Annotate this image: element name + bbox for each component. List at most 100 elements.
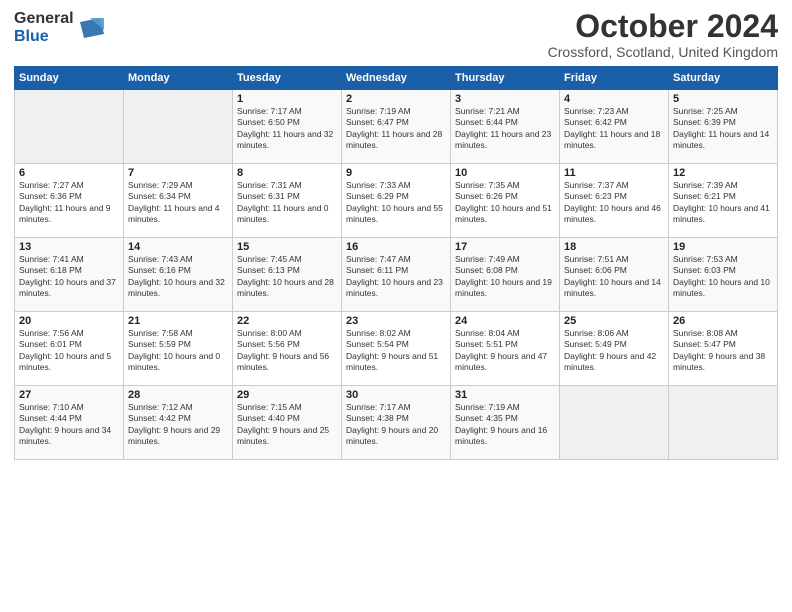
calendar-cell: 27Sunrise: 7:10 AM Sunset: 4:44 PM Dayli… — [15, 386, 124, 460]
page: General Blue October 2024 Crossford, Sco… — [0, 0, 792, 612]
calendar-cell: 9Sunrise: 7:33 AM Sunset: 6:29 PM Daylig… — [342, 164, 451, 238]
calendar-cell: 18Sunrise: 7:51 AM Sunset: 6:06 PM Dayli… — [560, 238, 669, 312]
day-info: Sunrise: 7:37 AM Sunset: 6:23 PM Dayligh… — [564, 180, 664, 226]
day-info: Sunrise: 7:23 AM Sunset: 6:42 PM Dayligh… — [564, 106, 664, 152]
day-info: Sunrise: 7:15 AM Sunset: 4:40 PM Dayligh… — [237, 402, 337, 448]
day-number: 16 — [346, 241, 446, 253]
calendar-cell: 8Sunrise: 7:31 AM Sunset: 6:31 PM Daylig… — [233, 164, 342, 238]
calendar-cell: 29Sunrise: 7:15 AM Sunset: 4:40 PM Dayli… — [233, 386, 342, 460]
col-tuesday: Tuesday — [233, 67, 342, 90]
day-info: Sunrise: 8:00 AM Sunset: 5:56 PM Dayligh… — [237, 328, 337, 374]
day-info: Sunrise: 7:10 AM Sunset: 4:44 PM Dayligh… — [19, 402, 119, 448]
col-wednesday: Wednesday — [342, 67, 451, 90]
day-info: Sunrise: 7:21 AM Sunset: 6:44 PM Dayligh… — [455, 106, 555, 152]
day-number: 9 — [346, 167, 446, 179]
calendar-cell: 30Sunrise: 7:17 AM Sunset: 4:38 PM Dayli… — [342, 386, 451, 460]
day-number: 12 — [673, 167, 773, 179]
logo-text: General Blue — [14, 10, 74, 45]
calendar-cell: 24Sunrise: 8:04 AM Sunset: 5:51 PM Dayli… — [451, 312, 560, 386]
calendar-week-4: 20Sunrise: 7:56 AM Sunset: 6:01 PM Dayli… — [15, 312, 778, 386]
day-number: 28 — [128, 389, 228, 401]
day-number: 7 — [128, 167, 228, 179]
day-number: 10 — [455, 167, 555, 179]
day-info: Sunrise: 8:08 AM Sunset: 5:47 PM Dayligh… — [673, 328, 773, 374]
day-number: 13 — [19, 241, 119, 253]
day-info: Sunrise: 7:45 AM Sunset: 6:13 PM Dayligh… — [237, 254, 337, 300]
day-info: Sunrise: 7:19 AM Sunset: 4:35 PM Dayligh… — [455, 402, 555, 448]
calendar-cell: 21Sunrise: 7:58 AM Sunset: 5:59 PM Dayli… — [124, 312, 233, 386]
calendar-cell: 15Sunrise: 7:45 AM Sunset: 6:13 PM Dayli… — [233, 238, 342, 312]
calendar-cell: 6Sunrise: 7:27 AM Sunset: 6:36 PM Daylig… — [15, 164, 124, 238]
day-info: Sunrise: 7:31 AM Sunset: 6:31 PM Dayligh… — [237, 180, 337, 226]
day-number: 2 — [346, 93, 446, 105]
logo-icon — [76, 14, 104, 42]
day-info: Sunrise: 7:47 AM Sunset: 6:11 PM Dayligh… — [346, 254, 446, 300]
day-number: 23 — [346, 315, 446, 327]
day-number: 4 — [564, 93, 664, 105]
calendar-cell: 17Sunrise: 7:49 AM Sunset: 6:08 PM Dayli… — [451, 238, 560, 312]
day-number: 6 — [19, 167, 119, 179]
day-number: 27 — [19, 389, 119, 401]
day-info: Sunrise: 8:04 AM Sunset: 5:51 PM Dayligh… — [455, 328, 555, 374]
calendar-week-2: 6Sunrise: 7:27 AM Sunset: 6:36 PM Daylig… — [15, 164, 778, 238]
day-number: 11 — [564, 167, 664, 179]
calendar-cell — [15, 90, 124, 164]
col-sunday: Sunday — [15, 67, 124, 90]
day-info: Sunrise: 7:17 AM Sunset: 4:38 PM Dayligh… — [346, 402, 446, 448]
day-number: 26 — [673, 315, 773, 327]
title-section: October 2024 Crossford, Scotland, United… — [548, 10, 778, 60]
day-info: Sunrise: 7:19 AM Sunset: 6:47 PM Dayligh… — [346, 106, 446, 152]
day-number: 14 — [128, 241, 228, 253]
calendar-cell: 19Sunrise: 7:53 AM Sunset: 6:03 PM Dayli… — [669, 238, 778, 312]
day-number: 20 — [19, 315, 119, 327]
calendar-cell: 26Sunrise: 8:08 AM Sunset: 5:47 PM Dayli… — [669, 312, 778, 386]
calendar-cell: 12Sunrise: 7:39 AM Sunset: 6:21 PM Dayli… — [669, 164, 778, 238]
day-number: 31 — [455, 389, 555, 401]
day-number: 25 — [564, 315, 664, 327]
col-saturday: Saturday — [669, 67, 778, 90]
day-number: 22 — [237, 315, 337, 327]
calendar-week-1: 1Sunrise: 7:17 AM Sunset: 6:50 PM Daylig… — [15, 90, 778, 164]
day-number: 29 — [237, 389, 337, 401]
calendar-cell: 11Sunrise: 7:37 AM Sunset: 6:23 PM Dayli… — [560, 164, 669, 238]
day-number: 17 — [455, 241, 555, 253]
col-monday: Monday — [124, 67, 233, 90]
day-number: 19 — [673, 241, 773, 253]
day-info: Sunrise: 7:43 AM Sunset: 6:16 PM Dayligh… — [128, 254, 228, 300]
col-friday: Friday — [560, 67, 669, 90]
calendar-cell: 28Sunrise: 7:12 AM Sunset: 4:42 PM Dayli… — [124, 386, 233, 460]
calendar-cell: 22Sunrise: 8:00 AM Sunset: 5:56 PM Dayli… — [233, 312, 342, 386]
col-thursday: Thursday — [451, 67, 560, 90]
day-info: Sunrise: 7:51 AM Sunset: 6:06 PM Dayligh… — [564, 254, 664, 300]
day-info: Sunrise: 7:33 AM Sunset: 6:29 PM Dayligh… — [346, 180, 446, 226]
calendar-cell: 10Sunrise: 7:35 AM Sunset: 6:26 PM Dayli… — [451, 164, 560, 238]
calendar-cell: 16Sunrise: 7:47 AM Sunset: 6:11 PM Dayli… — [342, 238, 451, 312]
day-info: Sunrise: 7:41 AM Sunset: 6:18 PM Dayligh… — [19, 254, 119, 300]
calendar-cell: 14Sunrise: 7:43 AM Sunset: 6:16 PM Dayli… — [124, 238, 233, 312]
day-info: Sunrise: 7:56 AM Sunset: 6:01 PM Dayligh… — [19, 328, 119, 374]
day-number: 1 — [237, 93, 337, 105]
day-number: 8 — [237, 167, 337, 179]
calendar-cell: 4Sunrise: 7:23 AM Sunset: 6:42 PM Daylig… — [560, 90, 669, 164]
day-number: 18 — [564, 241, 664, 253]
logo-general: General — [14, 10, 74, 27]
month-title: October 2024 — [548, 10, 778, 42]
calendar-cell: 31Sunrise: 7:19 AM Sunset: 4:35 PM Dayli… — [451, 386, 560, 460]
calendar-cell: 13Sunrise: 7:41 AM Sunset: 6:18 PM Dayli… — [15, 238, 124, 312]
day-number: 15 — [237, 241, 337, 253]
day-info: Sunrise: 7:49 AM Sunset: 6:08 PM Dayligh… — [455, 254, 555, 300]
calendar-cell: 1Sunrise: 7:17 AM Sunset: 6:50 PM Daylig… — [233, 90, 342, 164]
logo-blue: Blue — [14, 28, 49, 45]
calendar-cell — [669, 386, 778, 460]
day-info: Sunrise: 7:58 AM Sunset: 5:59 PM Dayligh… — [128, 328, 228, 374]
header: General Blue October 2024 Crossford, Sco… — [14, 10, 778, 60]
day-info: Sunrise: 7:17 AM Sunset: 6:50 PM Dayligh… — [237, 106, 337, 152]
day-number: 30 — [346, 389, 446, 401]
day-info: Sunrise: 7:27 AM Sunset: 6:36 PM Dayligh… — [19, 180, 119, 226]
day-info: Sunrise: 7:25 AM Sunset: 6:39 PM Dayligh… — [673, 106, 773, 152]
calendar-cell: 25Sunrise: 8:06 AM Sunset: 5:49 PM Dayli… — [560, 312, 669, 386]
day-number: 24 — [455, 315, 555, 327]
calendar-cell: 2Sunrise: 7:19 AM Sunset: 6:47 PM Daylig… — [342, 90, 451, 164]
logo: General Blue — [14, 10, 104, 45]
calendar-week-5: 27Sunrise: 7:10 AM Sunset: 4:44 PM Dayli… — [15, 386, 778, 460]
